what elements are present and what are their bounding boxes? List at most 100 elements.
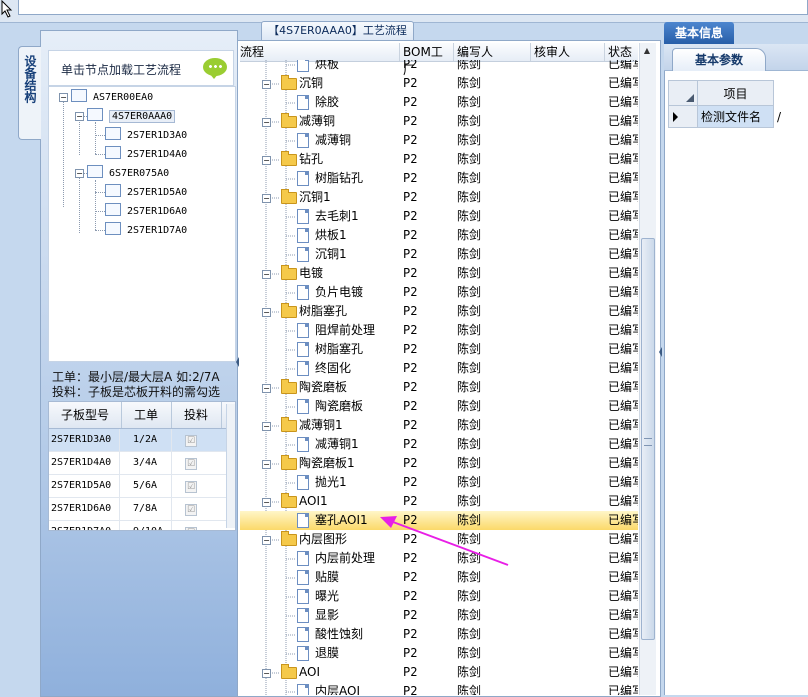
collapse-toggle-icon[interactable]: − [262, 498, 271, 507]
collapse-toggle-icon[interactable]: − [262, 536, 271, 545]
table-row[interactable]: 终固化 P2 陈剑 已编写 [240, 359, 638, 378]
feed-checkbox[interactable]: ☑ [185, 481, 197, 493]
process-name-cell: 曝光 [315, 589, 340, 603]
collapse-toggle-icon[interactable]: − [75, 169, 84, 178]
table-row[interactable]: 内层AOI P2 陈剑 已编写 [240, 682, 638, 695]
table-row[interactable]: − 陶瓷磨板1 P2 陈剑 已编写 [240, 454, 638, 473]
tree-node-selected[interactable]: 4S7ER0AAA0 [87, 108, 176, 124]
table-row[interactable]: − 沉铜1 P2 陈剑 已编写 [240, 188, 638, 207]
collapse-toggle-icon[interactable]: − [262, 194, 271, 203]
table-row[interactable]: 2S7ER1D3A0 1/2A ☑ [49, 429, 235, 452]
order-cell[interactable]: 9/10A [133, 521, 172, 530]
order-cell[interactable]: 7/8A [133, 498, 172, 520]
order-cell[interactable]: 1/2A [133, 429, 172, 451]
tab-process-flow[interactable]: 【4S7ER0AAA0】工艺流程 [261, 21, 414, 41]
table-row[interactable]: − 内层图形 P2 陈剑 已编写 [240, 530, 638, 549]
feed-checkbox[interactable]: ☑ [185, 458, 197, 470]
col-header-item[interactable]: 项目 [698, 80, 774, 106]
table-row[interactable]: 除胶 P2 陈剑 已编写 [240, 93, 638, 112]
col-header-model[interactable]: 子板型号 [49, 402, 122, 428]
table-row[interactable]: − 电镀 P2 陈剑 已编写 [240, 264, 638, 283]
table-row[interactable]: 陶瓷磨板 P2 陈剑 已编写 [240, 397, 638, 416]
col-header-process[interactable]: 流程 [240, 43, 400, 61]
sub-grid-scrollbar[interactable] [226, 404, 235, 528]
table-row[interactable]: 烘板1 P2 陈剑 已编写 [240, 226, 638, 245]
feed-checkbox[interactable]: ☑ [185, 504, 197, 516]
table-row[interactable]: 退膜 P2 陈剑 已编写 [240, 644, 638, 663]
collapse-toggle-icon[interactable]: − [262, 460, 271, 469]
table-row[interactable]: 树脂钻孔 P2 陈剑 已编写 [240, 169, 638, 188]
table-row[interactable]: 去毛刺1 P2 陈剑 已编写 [240, 207, 638, 226]
order-cell[interactable]: 3/4A [133, 452, 172, 474]
splitter-right-arrow-icon[interactable] [659, 345, 663, 359]
collapse-toggle-icon[interactable]: − [262, 80, 271, 89]
table-row[interactable]: 内层前处理 P2 陈剑 已编写 [240, 549, 638, 568]
scroll-up-icon[interactable]: ▲ [640, 44, 654, 58]
writer-cell: 陈剑 [457, 646, 482, 660]
status-cell: 已编写 [608, 551, 638, 565]
table-row[interactable]: 减薄铜1 P2 陈剑 已编写 [240, 435, 638, 454]
table-row-selected[interactable]: 塞孔AOI1 P2 陈剑 已编写 [240, 511, 638, 530]
col-header-reviewer[interactable]: 核审人 [531, 43, 605, 61]
document-icon [297, 133, 309, 148]
table-row[interactable]: 2S7ER1D5A0 5/6A ☑ [49, 475, 235, 498]
collapse-toggle-icon[interactable]: − [262, 422, 271, 431]
collapse-toggle-icon[interactable]: − [262, 308, 271, 317]
status-cell: 已编写 [608, 399, 638, 413]
order-cell[interactable]: 5/6A [133, 475, 172, 497]
col-header-order[interactable]: 工单 [121, 402, 172, 428]
bom-cell: P2 [403, 342, 418, 356]
table-row[interactable]: 沉铜1 P2 陈剑 已编写 [240, 245, 638, 264]
table-row[interactable]: − 陶瓷磨板 P2 陈剑 已编写 [240, 378, 638, 397]
tree-node[interactable]: 6S7ER075A0 [87, 165, 169, 181]
table-row[interactable]: 负片电镀 P2 陈剑 已编写 [240, 283, 638, 302]
writer-cell: 陈剑 [457, 361, 482, 375]
tree-node[interactable]: 2S7ER1D5A0 [105, 184, 187, 200]
feed-checkbox[interactable]: ☑ [185, 435, 197, 447]
col-header-feed[interactable]: 投料 [171, 402, 222, 428]
table-row[interactable]: − AOI1 P2 陈剑 已编写 [240, 492, 638, 511]
collapse-toggle-icon[interactable]: − [59, 93, 68, 102]
tree-node[interactable]: 2S7ER1D7A0 [105, 222, 187, 238]
table-row[interactable]: 2S7ER1D6A0 7/8A ☑ [49, 498, 235, 521]
table-row[interactable]: 烘板 P2 陈剑 已编写 [240, 60, 638, 74]
collapse-toggle-icon[interactable]: − [75, 112, 84, 121]
tab-basic-info[interactable]: 基本信息 [664, 22, 734, 44]
tab-basic-params[interactable]: 基本参数 [672, 48, 766, 71]
table-row[interactable]: 曝光 P2 陈剑 已编写 [240, 587, 638, 606]
folder-icon [281, 379, 297, 394]
col-header-status[interactable]: 状态 [605, 43, 638, 61]
tree-node[interactable]: 2S7ER1D3A0 [105, 127, 187, 143]
col-header-writer[interactable]: 编写人 [454, 43, 531, 61]
status-cell: 已编写 [608, 380, 638, 394]
table-row[interactable]: − AOI P2 陈剑 已编写 [240, 663, 638, 682]
property-value[interactable]: / [774, 106, 808, 128]
table-row[interactable]: 抛光1 P2 陈剑 已编写 [240, 473, 638, 492]
collapse-toggle-icon[interactable]: − [262, 156, 271, 165]
tree-node[interactable]: AS7ER00EA0 [71, 89, 153, 105]
feed-checkbox[interactable]: ☑ [185, 527, 197, 530]
collapse-toggle-icon[interactable]: − [262, 118, 271, 127]
collapse-toggle-icon[interactable]: − [262, 270, 271, 279]
table-row[interactable]: 2S7ER1D4A0 3/4A ☑ [49, 452, 235, 475]
col-header-bom[interactable]: BOM工厂 [400, 43, 454, 77]
table-row[interactable]: 阻焊前处理 P2 陈剑 已编写 [240, 321, 638, 340]
table-row[interactable]: 显影 P2 陈剑 已编写 [240, 606, 638, 625]
table-row[interactable]: − 减薄铜1 P2 陈剑 已编写 [240, 416, 638, 435]
table-row[interactable]: − 钻孔 P2 陈剑 已编写 [240, 150, 638, 169]
table-row[interactable]: 贴膜 P2 陈剑 已编写 [240, 568, 638, 587]
tree-node[interactable]: 2S7ER1D6A0 [105, 203, 187, 219]
tab-equipment-structure[interactable]: 设备结构 [18, 46, 41, 140]
top-input[interactable] [18, 0, 808, 15]
table-row[interactable]: 树脂塞孔 P2 陈剑 已编写 [240, 340, 638, 359]
table-row[interactable]: − 树脂塞孔 P2 陈剑 已编写 [240, 302, 638, 321]
collapse-toggle-icon[interactable]: − [262, 384, 271, 393]
tree-node[interactable]: 2S7ER1D4A0 [105, 146, 187, 162]
collapse-toggle-icon[interactable]: − [262, 669, 271, 678]
table-row[interactable]: 酸性蚀刻 P2 陈剑 已编写 [240, 625, 638, 644]
document-icon [297, 570, 309, 585]
table-row[interactable]: 2S7ER1D7A0 9/10A ☑ [49, 521, 235, 530]
table-row[interactable]: − 沉铜 P2 陈剑 已编写 [240, 74, 638, 93]
table-row[interactable]: 减薄铜 P2 陈剑 已编写 [240, 131, 638, 150]
table-row[interactable]: − 减薄铜 P2 陈剑 已编写 [240, 112, 638, 131]
